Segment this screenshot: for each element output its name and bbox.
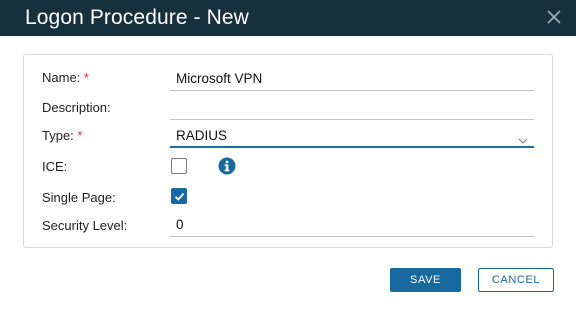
name-label: Name: * xyxy=(42,70,89,85)
type-label: Type: * xyxy=(42,128,82,143)
type-select-value: RADIUS xyxy=(176,128,228,143)
ice-label: ICE: xyxy=(42,159,68,174)
security-level-label: Security Level: xyxy=(42,218,128,233)
type-label-text: Type: xyxy=(42,128,74,143)
single-page-checkbox[interactable] xyxy=(171,188,187,204)
dialog-titlebar: Logon Procedure - New xyxy=(0,0,576,36)
name-label-text: Name: xyxy=(42,70,81,85)
check-icon xyxy=(174,192,184,201)
required-mark: * xyxy=(83,70,89,85)
close-icon[interactable] xyxy=(546,9,562,25)
single-page-label: Single Page: xyxy=(42,190,116,205)
info-icon[interactable] xyxy=(218,157,236,175)
description-field[interactable] xyxy=(170,98,534,120)
description-label: Description: xyxy=(42,100,111,115)
name-field[interactable]: Microsoft VPN xyxy=(170,69,534,91)
security-level-field[interactable]: 0 xyxy=(170,215,534,237)
ice-checkbox[interactable] xyxy=(171,158,187,174)
required-mark: * xyxy=(77,128,83,143)
dialog-title: Logon Procedure - New xyxy=(25,6,249,29)
type-select[interactable]: RADIUS xyxy=(170,126,534,148)
save-button[interactable]: SAVE xyxy=(390,268,461,292)
cancel-button[interactable]: CANCEL xyxy=(478,268,554,292)
chevron-down-icon xyxy=(518,131,528,144)
